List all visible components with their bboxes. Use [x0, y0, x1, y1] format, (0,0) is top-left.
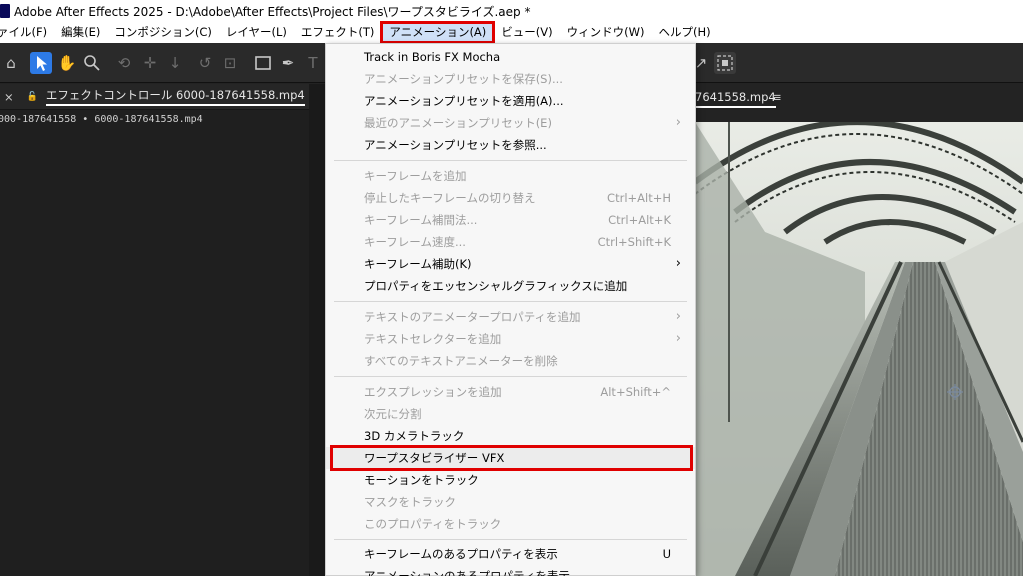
close-tab-icon[interactable]: ×: [4, 90, 14, 104]
menu-item-remove-text-animators: すべてのテキストアニメーターを削除: [364, 354, 558, 368]
menu-file[interactable]: ァイル(F): [0, 22, 54, 43]
home-icon[interactable]: ⌂: [0, 52, 22, 74]
menu-effect[interactable]: エフェクト(T): [294, 22, 382, 43]
after-effects-app-icon: [0, 4, 10, 18]
menu-item-add-keyframe: キーフレームを追加: [364, 169, 467, 183]
menu-item-track-motion[interactable]: モーションをトラック: [326, 469, 695, 491]
viewer-menu-icon[interactable]: ≡: [772, 90, 782, 104]
highlight-annotation-box: [330, 445, 693, 471]
menu-item-browse-presets[interactable]: アニメーションプリセットを参照...: [326, 134, 695, 156]
menu-item-apply-preset[interactable]: アニメーションプリセットを適用(A)...: [326, 90, 695, 112]
animation-menu-dropdown: Track in Boris FX Mocha アニメーションプリセットを保存(…: [325, 43, 696, 576]
composition-tab-label[interactable]: 7641558.mp4: [695, 90, 776, 108]
panel-divider[interactable]: [309, 84, 325, 576]
menu-item-recent-presets: 最近のアニメーションプリセット(E) ›: [326, 112, 695, 134]
layer-breadcrumb: 000-187641558 • 6000-187641558.mp4: [0, 114, 203, 125]
window-titlebar: Adobe After Effects 2025 - D:\Adobe\Afte…: [0, 0, 1023, 22]
window-title: Adobe After Effects 2025 - D:\Adobe\Afte…: [14, 4, 531, 19]
menubar: ァイル(F) 編集(E) コンポジション(C) レイヤー(L) エフェクト(T)…: [0, 21, 1023, 44]
submenu-arrow-icon: ›: [675, 115, 681, 130]
menu-view[interactable]: ビュー(V): [494, 22, 559, 43]
menu-edit[interactable]: 編集(E): [54, 22, 107, 43]
hand-tool-icon[interactable]: ✋: [56, 52, 78, 74]
escalator-footage-frame: [695, 122, 1023, 576]
menu-separator: [334, 160, 687, 161]
menu-separator: [334, 376, 687, 377]
rectangle-tool-icon[interactable]: [252, 52, 274, 74]
menu-item-reveal-animated-properties[interactable]: アニメーションのあるプロパティを表示: [326, 565, 695, 576]
menu-item-separate-dimensions: 次元に分割: [364, 407, 422, 421]
orbit-camera-icon[interactable]: ⟲: [113, 52, 135, 74]
effect-controls-tab-label: エフェクトコントロール 6000-187641558.mp4: [45, 87, 305, 106]
menu-separator: [334, 539, 687, 540]
type-tool-icon[interactable]: T: [302, 52, 324, 74]
dolly-camera-icon[interactable]: ↓: [164, 52, 186, 74]
menu-item-add-text-animator: テキストのアニメータープロパティを追加 ›: [326, 306, 695, 328]
pan-camera-icon[interactable]: ✛: [139, 52, 161, 74]
menu-item-add-text-selector: テキストセレクターを追加 ›: [326, 328, 695, 350]
pen-tool-icon[interactable]: ✒: [277, 52, 299, 74]
menu-item-keyframe-velocity: キーフレーム速度... Ctrl+Shift+K: [364, 235, 671, 249]
selection-tool-icon[interactable]: [30, 52, 52, 74]
menu-item-3d-camera-tracker[interactable]: 3D カメラトラック: [326, 425, 695, 447]
menu-item-add-expression: エクスプレッションを追加 Alt+Shift+^: [364, 385, 671, 399]
menu-item-reveal-keyframed-properties[interactable]: キーフレームのあるプロパティを表示 U: [326, 543, 695, 565]
effect-controls-tab[interactable]: × 🔓 エフェクトコントロール 6000-187641558.mp4 ≡ »: [0, 84, 348, 110]
submenu-arrow-icon: ›: [675, 331, 681, 346]
effect-controls-panel: × 🔓 エフェクトコントロール 6000-187641558.mp4 ≡ » 0…: [0, 84, 348, 576]
menu-item-track-this-property: このプロパティをトラック: [364, 517, 502, 531]
submenu-arrow-icon: ›: [675, 309, 681, 324]
lock-icon[interactable]: 🔓: [27, 92, 38, 102]
menu-window[interactable]: ウィンドウ(W): [560, 22, 652, 43]
submenu-arrow-icon: ›: [675, 256, 681, 271]
composition-viewer[interactable]: [695, 122, 1023, 576]
menu-item-keyframe-assistant[interactable]: キーフレーム補助(K) ›: [326, 253, 695, 275]
menu-animation[interactable]: アニメーション(A): [380, 21, 496, 44]
pan-behind-tool-icon[interactable]: ⊡: [219, 52, 241, 74]
menu-layer[interactable]: レイヤー(L): [219, 22, 294, 43]
menu-item-add-to-essential-graphics[interactable]: プロパティをエッセンシャルグラフィックスに追加: [326, 275, 695, 297]
composition-viewer-tabbar: 7641558.mp4 ≡: [695, 84, 1023, 120]
menu-item-track-mask: マスクをトラック: [364, 495, 456, 509]
menu-separator: [334, 301, 687, 302]
rotation-tool-icon[interactable]: ↺: [194, 52, 216, 74]
menu-item-track-boris-mocha[interactable]: Track in Boris FX Mocha: [326, 46, 695, 68]
menu-composition[interactable]: コンポジション(C): [107, 22, 219, 43]
menu-item-keyframe-interpolation: キーフレーム補間法... Ctrl+Alt+K: [364, 213, 671, 227]
menu-item-toggle-hold-keyframe: 停止したキーフレームの切り替え Ctrl+Alt+H: [364, 191, 671, 205]
zoom-tool-icon[interactable]: [81, 52, 103, 74]
menu-help[interactable]: ヘルプ(H): [651, 22, 717, 43]
snapping-icon[interactable]: [714, 52, 736, 74]
menu-item-save-preset: アニメーションプリセットを保存(S)...: [364, 72, 563, 86]
